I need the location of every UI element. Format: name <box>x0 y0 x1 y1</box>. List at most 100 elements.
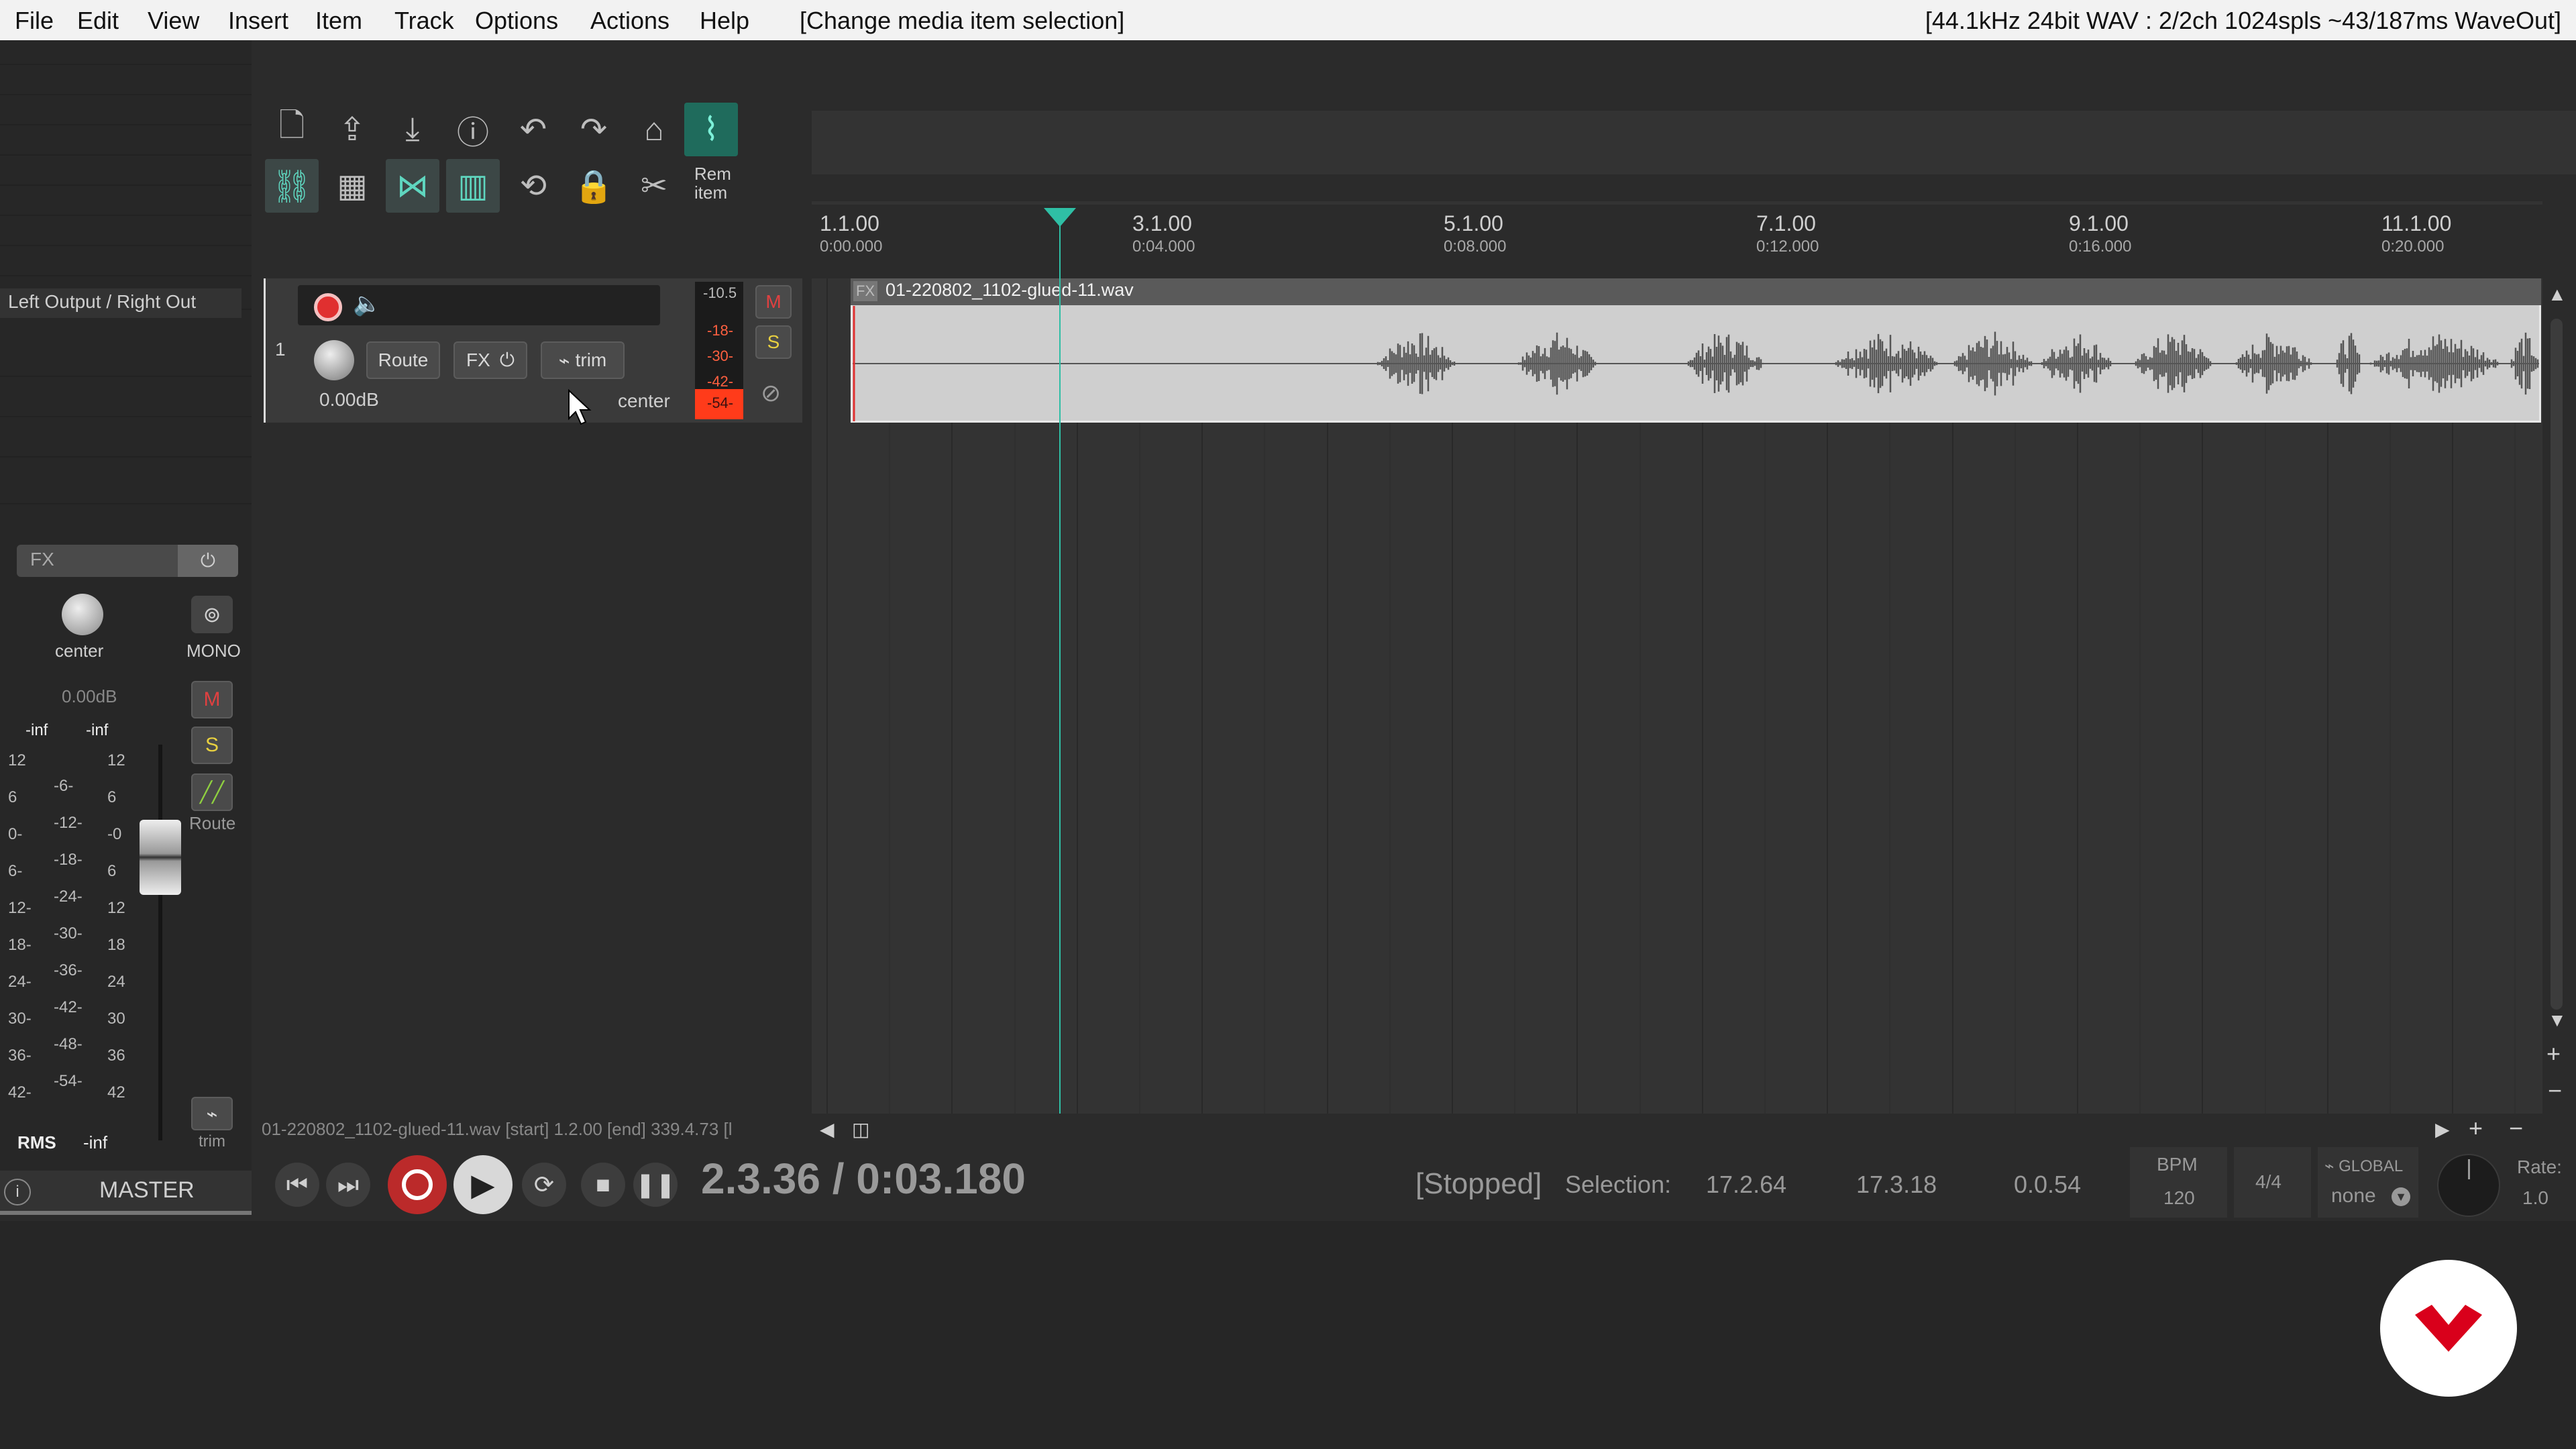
ripple-edit-icon[interactable]: ⌇ <box>684 103 738 156</box>
stop-icon[interactable]: ■ <box>581 1163 625 1207</box>
bpm-value: 120 <box>2163 1187 2195 1208</box>
open-project-icon[interactable]: ⇪ <box>325 103 379 156</box>
master-name-bar[interactable]: i MASTER <box>0 1171 252 1215</box>
new-project-icon[interactable]: 🗋 <box>265 103 319 156</box>
master-trim-icon[interactable]: ⌁ <box>191 1097 233 1130</box>
item-status-line: 01-220802_1102-glued-11.wav [start] 1.2.… <box>262 1119 733 1139</box>
scale-tick: 36- <box>8 1046 32 1065</box>
menu-edit[interactable]: Edit <box>77 7 119 35</box>
track-route-button[interactable]: Route <box>366 341 440 379</box>
master-peak-left: -inf <box>25 721 48 739</box>
trim-icon: ⌁ <box>558 350 570 371</box>
media-item-header[interactable]: FX 01-220802_1102-glued-11.wav <box>851 278 2541 305</box>
save-project-icon[interactable]: ⤓ <box>386 103 439 156</box>
master-mute-button[interactable]: M <box>191 681 233 718</box>
record-arm-button[interactable] <box>314 293 342 321</box>
h-zoom-out-icon[interactable]: − <box>2509 1114 2523 1142</box>
lock-icon[interactable]: 🔒 <box>567 159 621 213</box>
selection-length[interactable]: 0.0.54 <box>2014 1171 2081 1199</box>
scale-tick: -48- <box>54 1035 83 1053</box>
redo-icon[interactable]: ↷ <box>567 103 621 156</box>
pause-icon[interactable]: ❚❚ <box>633 1163 678 1207</box>
speaker-icon[interactable]: 🔈 <box>353 290 381 317</box>
track-mute-button[interactable]: M <box>755 285 792 319</box>
zoom-in-icon[interactable]: + <box>2546 1040 2561 1068</box>
metronome-icon[interactable]: ⌂ <box>627 103 681 156</box>
track-name-field[interactable] <box>298 285 660 325</box>
edit-cursor-marker-icon[interactable] <box>1044 208 1076 227</box>
master-mono-icon[interactable]: ⊚ <box>191 596 233 633</box>
menu-view[interactable]: View <box>148 7 199 35</box>
master-output-label[interactable]: Left Output / Right Out <box>0 288 241 318</box>
bpm-box[interactable]: BPM 120 <box>2130 1147 2227 1218</box>
scroll-handle-icon[interactable]: ◫ <box>852 1118 869 1140</box>
undo-icon[interactable]: ↶ <box>506 103 560 156</box>
master-fader-track[interactable] <box>158 745 162 1140</box>
master-solo-button[interactable]: S <box>191 727 233 764</box>
scroll-up-icon[interactable]: ▲ <box>2548 284 2567 305</box>
track-solo-button[interactable]: S <box>755 325 792 359</box>
menu-bar: File Edit View Insert Item Track Options… <box>0 0 2576 40</box>
master-pan-label: center <box>55 641 104 661</box>
play-button[interactable]: ▶ <box>453 1155 513 1214</box>
scale-tick: 6- <box>8 862 23 880</box>
rate-value[interactable]: 1.0 <box>2522 1187 2548 1209</box>
vertical-scrollbar[interactable]: ▲ ▼ + − <box>2542 278 2571 1114</box>
link-icon[interactable]: ⛓ <box>265 159 319 213</box>
ruler-bar: 3.1.00 <box>1132 211 1192 235</box>
track-trim-button[interactable]: ⌁ trim <box>541 341 625 379</box>
master-route-icon[interactable]: ╱╱ <box>191 773 233 811</box>
menu-item[interactable]: Item <box>315 7 362 35</box>
scale-tick: -12- <box>54 814 83 832</box>
envelope-link-icon[interactable]: ⋈ <box>386 159 439 213</box>
menu-help[interactable]: Help <box>700 7 749 35</box>
h-zoom-in-icon[interactable]: + <box>2469 1114 2483 1142</box>
cut-icon[interactable]: ✂ <box>627 159 681 213</box>
master-fader-handle[interactable] <box>140 820 181 895</box>
audio-status[interactable]: [44.1kHz 24bit WAV : 2/2ch 1024spls ~43/… <box>1925 7 2561 35</box>
menu-options[interactable]: Options <box>475 7 558 35</box>
master-fx-slot[interactable]: FX ⏻ <box>17 545 238 577</box>
ruler-time: 0:20.000 <box>2381 237 2445 256</box>
menu-file[interactable]: File <box>15 7 54 35</box>
scrollbar-thumb[interactable] <box>2551 319 2563 1010</box>
menu-insert[interactable]: Insert <box>228 7 288 35</box>
track-fx-button[interactable]: FX ⏻ <box>453 341 527 379</box>
meter-label: -30- <box>707 347 734 364</box>
horizontal-scrollbar[interactable]: ◀ ◫ ▶ + − <box>812 1114 2542 1144</box>
master-fx-bypass-icon[interactable]: ⏻ <box>178 545 238 577</box>
repeat-icon[interactable]: ⟳ <box>522 1163 566 1207</box>
rem-item-button[interactable]: Rem item <box>694 164 731 202</box>
ruler-time: 0:12.000 <box>1756 237 1819 256</box>
waveform <box>853 306 2539 421</box>
selection-end[interactable]: 17.3.18 <box>1856 1171 1937 1199</box>
master-route-label: Route <box>189 813 236 833</box>
loop-icon[interactable]: ⟲ <box>506 159 560 213</box>
chevron-down-icon[interactable]: ▼ <box>2392 1187 2410 1206</box>
grid-icon[interactable]: ▦ <box>325 159 379 213</box>
master-pan-knob[interactable] <box>62 594 103 635</box>
record-button[interactable] <box>388 1155 447 1214</box>
rate-knob[interactable] <box>2437 1154 2500 1217</box>
ruler-bar: 1.1.00 <box>820 211 879 235</box>
selection-start[interactable]: 17.2.64 <box>1706 1171 1786 1199</box>
go-to-start-icon[interactable]: ⏮ <box>275 1163 319 1207</box>
scroll-down-icon[interactable]: ▼ <box>2548 1010 2567 1031</box>
project-info-icon[interactable]: ⓘ <box>446 103 500 156</box>
info-icon[interactable]: i <box>4 1179 31 1205</box>
ruler-tick: 5.1.00 0:08.000 <box>1444 211 1506 256</box>
phase-invert-icon[interactable]: ⊘ <box>761 379 781 407</box>
track-volume-knob[interactable] <box>314 340 354 380</box>
item-fx-tag[interactable]: FX <box>853 281 877 301</box>
global-automation-box[interactable]: ⌁ GLOBAL none ▼ <box>2318 1147 2418 1218</box>
menu-track[interactable]: Track <box>394 7 454 35</box>
zoom-out-icon[interactable]: − <box>2548 1077 2562 1105</box>
menu-actions[interactable]: Actions <box>590 7 669 35</box>
scroll-left-icon[interactable]: ◀ <box>820 1118 835 1140</box>
scroll-right-icon[interactable]: ▶ <box>2435 1118 2450 1140</box>
timesig-box[interactable]: 4/4 <box>2234 1147 2311 1218</box>
go-to-end-icon[interactable]: ⏭ <box>326 1163 370 1207</box>
snap-grid-icon[interactable]: ▥ <box>446 159 500 213</box>
track-control-panel[interactable]: 1 🔈 Route FX ⏻ ⌁ trim 0.00dB center -10.5 … <box>264 278 802 423</box>
transport-position[interactable]: 2.3.36 / 0:03.180 <box>701 1154 1026 1203</box>
